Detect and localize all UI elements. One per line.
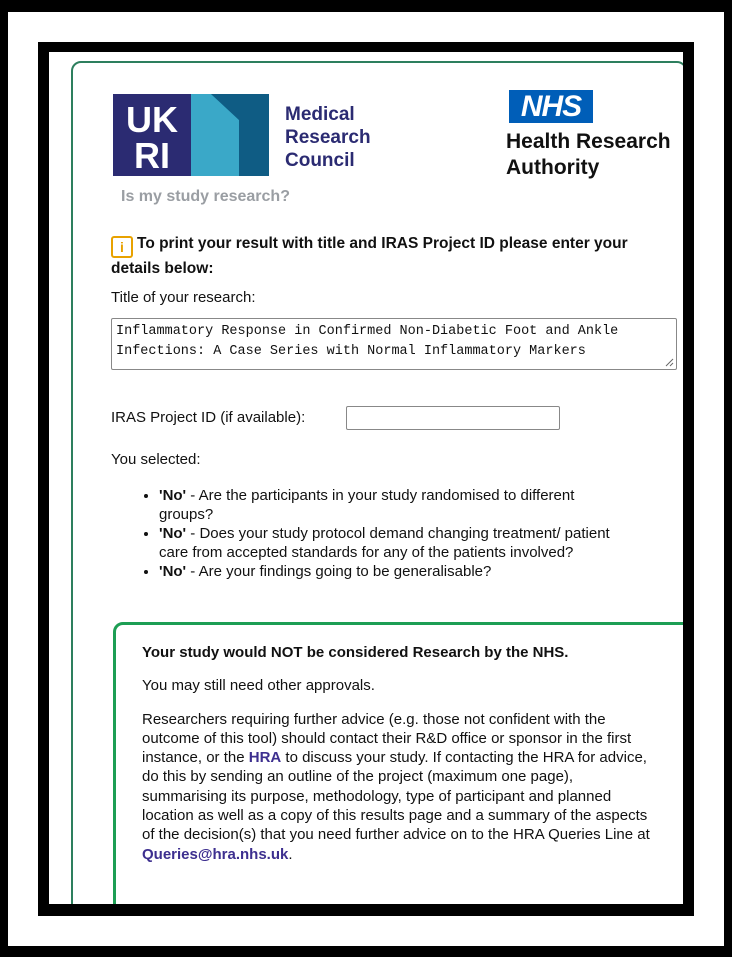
hra-wordmark: Health Research Authority xyxy=(506,129,671,181)
print-instructions-text: To print your result with title and IRAS… xyxy=(111,235,628,277)
research-title-textarea[interactable]: Inflammatory Response in Confirmed Non-D… xyxy=(111,318,677,370)
tool-card: UK RI Medical Research Council NHS Healt… xyxy=(71,61,683,904)
result-advice: Researchers requiring further advice (e.… xyxy=(142,710,662,864)
page-subtitle: Is my study research? xyxy=(121,188,290,205)
mrc-wordmark: Medical Research Council xyxy=(285,103,371,172)
answer-value: 'No' xyxy=(159,487,187,504)
list-item: 'No' - Are the participants in your stud… xyxy=(159,487,629,524)
info-icon: i xyxy=(111,236,133,258)
list-item: 'No' - Does your study protocol demand c… xyxy=(159,525,629,562)
question-text: - Does your study protocol demand changi… xyxy=(159,525,610,561)
title-label: Title of your research: xyxy=(111,289,256,306)
result-note: You may still need other approvals. xyxy=(142,677,375,695)
list-item: 'No' - Are your findings going to be gen… xyxy=(159,563,629,582)
mrc-line2: Research xyxy=(285,127,371,148)
selected-label: You selected: xyxy=(111,451,201,468)
results-page: UK RI Medical Research Council NHS Healt… xyxy=(49,52,683,904)
hra-line1: Health Research xyxy=(506,130,671,153)
resize-handle-icon[interactable] xyxy=(664,357,674,367)
question-text: - Are your findings going to be generali… xyxy=(186,563,492,580)
selected-answers-list: 'No' - Are the participants in your stud… xyxy=(139,487,629,583)
queries-email-link[interactable]: Queries@hra.nhs.uk xyxy=(142,846,288,863)
research-title-value: Inflammatory Response in Confirmed Non-D… xyxy=(116,324,619,359)
result-heading: Your study would NOT be considered Resea… xyxy=(142,644,569,661)
mrc-line3: Council xyxy=(285,150,355,171)
ukri-ri-text: RI xyxy=(134,135,170,176)
print-instructions: i To print your result with title and IRA… xyxy=(111,233,671,279)
nhs-logo: NHS xyxy=(509,90,593,123)
ukri-uk-text: UK xyxy=(126,99,178,140)
hra-line2: Authority xyxy=(506,156,600,179)
ukri-logo: UK RI xyxy=(113,94,269,176)
question-text: - Are the participants in your study ran… xyxy=(159,487,575,523)
iras-label: IRAS Project ID (if available): xyxy=(111,409,306,426)
mrc-line1: Medical xyxy=(285,104,355,125)
advice-end: . xyxy=(288,845,293,863)
result-box: Your study would NOT be considered Resea… xyxy=(113,622,683,904)
answer-value: 'No' xyxy=(159,563,187,580)
answer-value: 'No' xyxy=(159,525,187,542)
iras-id-input[interactable] xyxy=(346,406,560,430)
hra-link[interactable]: HRA xyxy=(249,749,282,766)
